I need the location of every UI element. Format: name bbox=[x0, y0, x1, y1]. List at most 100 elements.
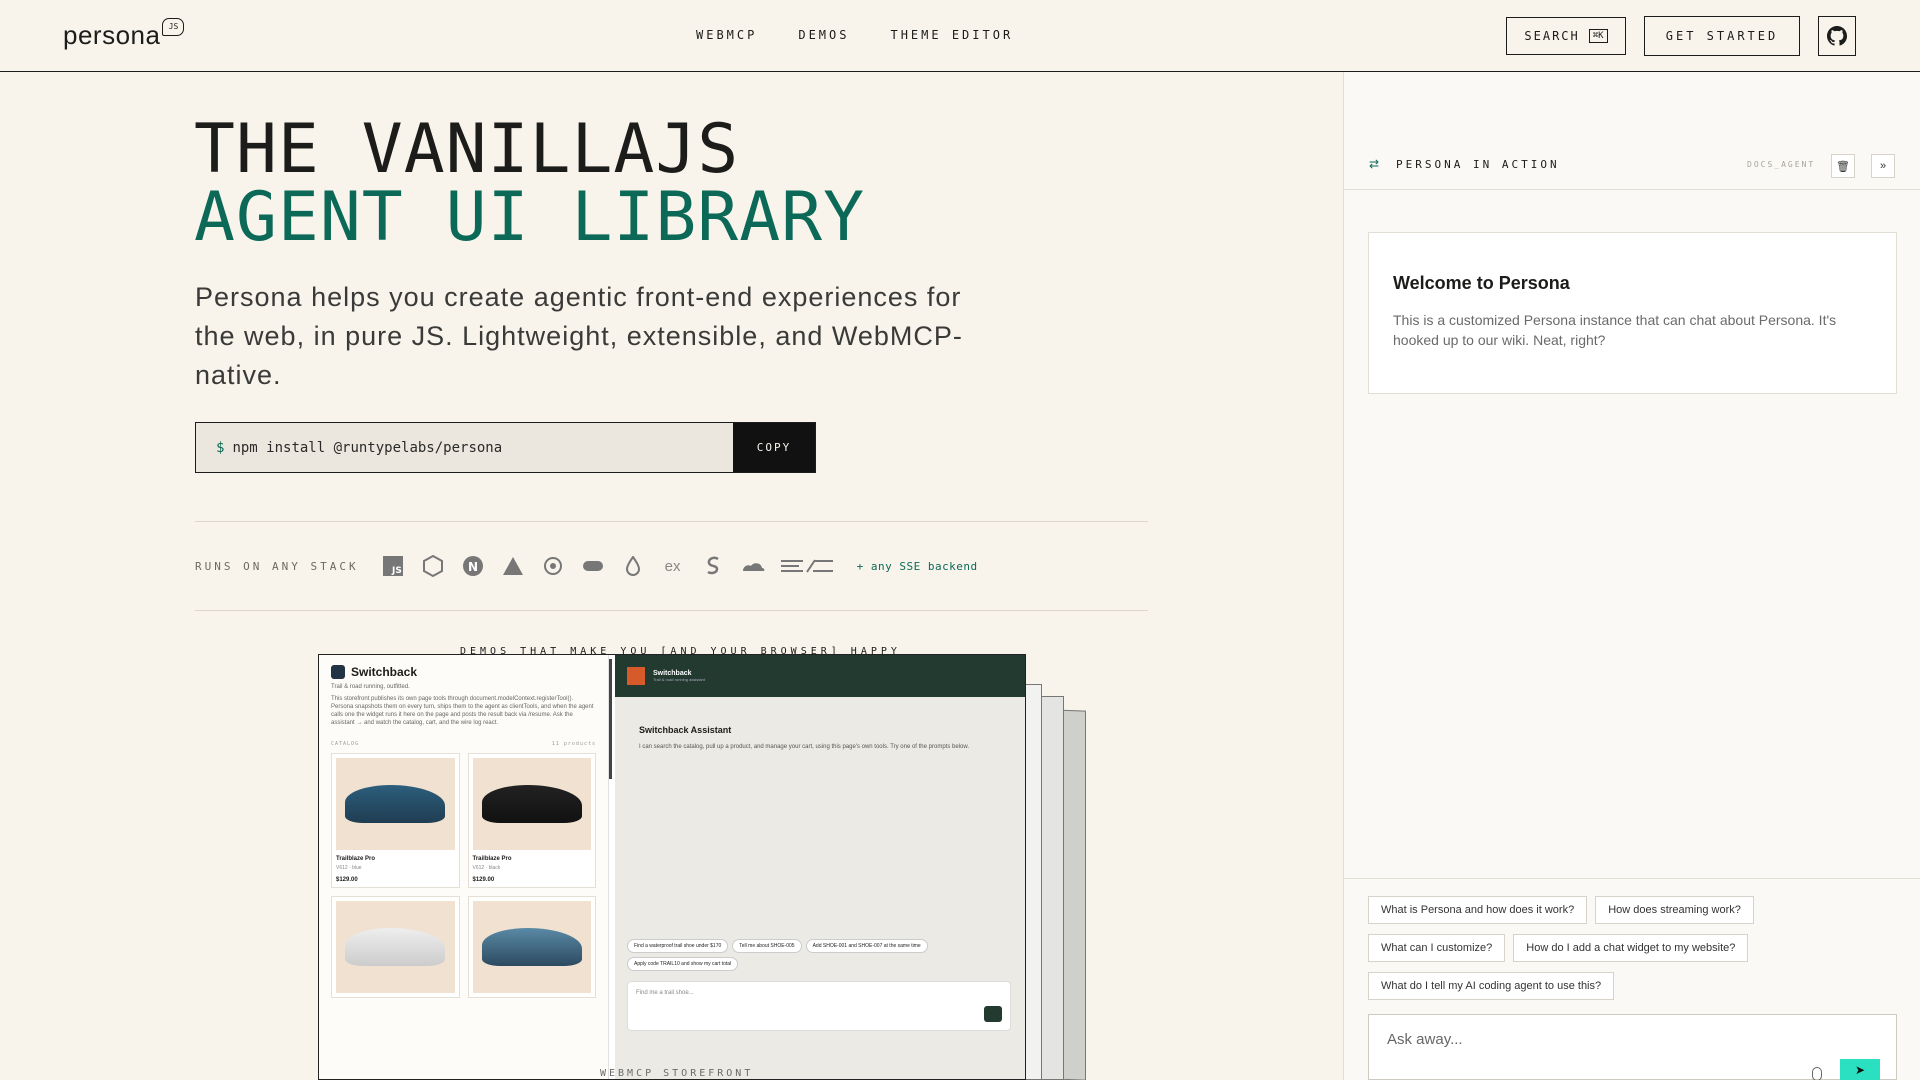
storefront-panel: Switchback Trail & road running, outfitt… bbox=[319, 655, 609, 1079]
shoe-icon bbox=[345, 928, 446, 966]
product-card[interactable] bbox=[467, 896, 596, 998]
divider bbox=[195, 610, 1148, 611]
install-box: $ npm install @runtypelabs/persona COPY bbox=[195, 422, 816, 473]
get-started-button[interactable]: GET STARTED bbox=[1644, 16, 1800, 56]
cloudflare-icon bbox=[741, 554, 765, 578]
prompt-chip[interactable]: Apply code TRAIL10 and show my cart tota… bbox=[627, 957, 739, 971]
panel-title: PERSONA IN ACTION bbox=[1396, 158, 1560, 171]
persona-chat-panel: ⇄ PERSONA IN ACTION DOCS_AGENT 🗑 » Welco… bbox=[1343, 72, 1920, 1080]
welcome-title: Welcome to Persona bbox=[1393, 273, 1570, 293]
demo-chat-panel: Switchback Trail & road running assistan… bbox=[615, 655, 1025, 1079]
send-icon[interactable] bbox=[984, 1006, 1002, 1022]
demo-input-placeholder: Find me a trail shoe... bbox=[636, 990, 694, 996]
product-card[interactable]: Trailblaze Pro V612 · black $129.00 bbox=[467, 753, 596, 888]
product-card[interactable]: Trailblaze Pro V612 · blue $129.00 bbox=[331, 753, 460, 888]
hero-title-line2: AGENT UI LIBRARY bbox=[194, 178, 866, 257]
microphone-icon[interactable] bbox=[1812, 1067, 1822, 1080]
product-variant: V612 · black bbox=[472, 865, 501, 871]
sse-backend-note: + any SSE backend bbox=[856, 559, 978, 573]
demo-prompt-chips: Find a waterproof trail shoe under $170 … bbox=[627, 939, 1017, 971]
divider bbox=[195, 521, 1148, 522]
product-grid: Trailblaze Pro V612 · blue $129.00 Trail… bbox=[331, 753, 596, 998]
search-label: SEARCH bbox=[1524, 29, 1580, 43]
shoe-icon bbox=[481, 785, 582, 823]
catalog-label: CATALOG bbox=[331, 741, 360, 747]
javascript-icon: JS bbox=[381, 554, 405, 578]
send-button[interactable]: ➤ bbox=[1840, 1059, 1880, 1080]
persona-logo[interactable]: persona JS bbox=[63, 18, 185, 51]
product-image bbox=[472, 758, 591, 850]
hero-title: THE VANILLAJS AGENT UI LIBRARY bbox=[194, 116, 865, 252]
suggestion-row: What is Persona and how does it work? Ho… bbox=[1368, 896, 1754, 924]
nodejs-icon bbox=[421, 554, 445, 578]
scrollbar[interactable] bbox=[609, 659, 612, 779]
stack-row: RUNS ON ANY STACK JS N ex + any SSE back… bbox=[195, 551, 978, 581]
demo-preview[interactable]: Switchback Trail & road running, outfitt… bbox=[318, 654, 1026, 1080]
suggestion-chip[interactable]: How do I add a chat widget to my website… bbox=[1513, 934, 1749, 962]
suggestion-chip[interactable]: What is Persona and how does it work? bbox=[1368, 896, 1588, 924]
divider bbox=[1344, 878, 1920, 879]
demo-chat-subtitle: Trail & road running assistant bbox=[653, 677, 705, 682]
prompt-chip[interactable]: Add SHOE-001 and SHOE-007 at the same ti… bbox=[805, 939, 928, 953]
svg-text:JS: JS bbox=[391, 566, 402, 576]
chat-input[interactable]: Ask away... ➤ bbox=[1368, 1014, 1897, 1080]
openai-icon bbox=[541, 554, 565, 578]
prompt-chip[interactable]: Find a waterproof trail shoe under $170 bbox=[627, 939, 729, 953]
product-image bbox=[336, 901, 455, 993]
main-nav: WEBMCP DEMOS THEME EDITOR bbox=[696, 28, 1013, 42]
stack-label: RUNS ON ANY STACK bbox=[195, 559, 359, 573]
hero-subtitle: Persona helps you create agentic front-e… bbox=[195, 282, 963, 390]
install-command-text: npm install @runtypelabs/persona bbox=[232, 439, 503, 456]
store-header: Switchback bbox=[331, 665, 596, 679]
demo-chat-input[interactable]: Find me a trail shoe... bbox=[627, 981, 1011, 1031]
product-variant: V612 · blue bbox=[336, 865, 362, 871]
assistant-intro: I can search the catalog, pull up a prod… bbox=[639, 744, 970, 750]
product-name: Trailblaze Pro bbox=[472, 856, 512, 862]
install-command[interactable]: $ npm install @runtypelabs/persona bbox=[196, 423, 733, 472]
store-title: Switchback bbox=[351, 665, 418, 679]
prompt-symbol: $ bbox=[216, 439, 225, 456]
github-icon bbox=[1827, 26, 1847, 46]
product-name: Trailblaze Pro bbox=[336, 856, 376, 862]
suggestion-chip[interactable]: What can I customize? bbox=[1368, 934, 1506, 962]
demo-chat-title-group: Switchback Trail & road running assistan… bbox=[653, 670, 705, 682]
collapse-icon[interactable]: » bbox=[1871, 154, 1895, 178]
express-icon: ex bbox=[664, 557, 681, 575]
chat-input-placeholder: Ask away... bbox=[1387, 1031, 1463, 1048]
copy-button[interactable]: COPY bbox=[733, 423, 815, 472]
drop-icon bbox=[621, 554, 645, 578]
welcome-text: This is a customized Persona instance th… bbox=[1393, 312, 1837, 348]
top-header: persona JS WEBMCP DEMOS THEME EDITOR SEA… bbox=[0, 0, 1920, 72]
demo-chat-title: Switchback bbox=[653, 670, 692, 677]
nav-webmcp[interactable]: WEBMCP bbox=[696, 28, 757, 42]
trash-icon[interactable]: 🗑 bbox=[1831, 154, 1855, 178]
nav-theme-editor[interactable]: THEME EDITOR bbox=[890, 28, 1013, 42]
suggestion-row: What do I tell my AI coding agent to use… bbox=[1368, 972, 1615, 1000]
assistant-title: Switchback Assistant bbox=[639, 725, 732, 735]
nav-demos[interactable]: DEMOS bbox=[798, 28, 849, 42]
product-image bbox=[336, 758, 455, 850]
product-card[interactable] bbox=[331, 896, 460, 998]
catalog-header: CATALOG 11 products bbox=[331, 741, 596, 747]
hero-title-line1: THE VANILLAJS bbox=[194, 110, 740, 189]
stack-icons: JS N ex bbox=[381, 554, 835, 578]
suggestion-chip[interactable]: How does streaming work? bbox=[1595, 896, 1754, 924]
welcome-card: Welcome to Persona This is a customized … bbox=[1368, 232, 1897, 394]
github-button[interactable] bbox=[1818, 16, 1856, 56]
demo-chat-body: Switchback Assistant I can search the ca… bbox=[615, 697, 1025, 780]
logo-text: persona bbox=[63, 20, 161, 50]
demo-caption: WEBMCP STOREFRONT bbox=[600, 1068, 754, 1079]
demo-chat-header: Switchback Trail & road running assistan… bbox=[615, 655, 1025, 697]
vercel-icon bbox=[501, 554, 525, 578]
search-button[interactable]: SEARCH ⌘K bbox=[1506, 17, 1626, 55]
nextjs-icon: N bbox=[461, 554, 485, 578]
store-tagline: Trail & road running, outfitted. bbox=[331, 684, 410, 690]
suggestion-chip[interactable]: What do I tell my AI coding agent to use… bbox=[1368, 972, 1615, 1000]
assistant-avatar bbox=[627, 667, 645, 685]
shortcut-badge: ⌘K bbox=[1588, 29, 1608, 43]
shoe-icon bbox=[345, 785, 446, 823]
shoe-icon bbox=[481, 928, 582, 966]
store-logo-icon bbox=[331, 665, 345, 679]
equals-icon bbox=[780, 554, 835, 578]
prompt-chip[interactable]: Tell me about SHOE-005 bbox=[732, 939, 802, 953]
